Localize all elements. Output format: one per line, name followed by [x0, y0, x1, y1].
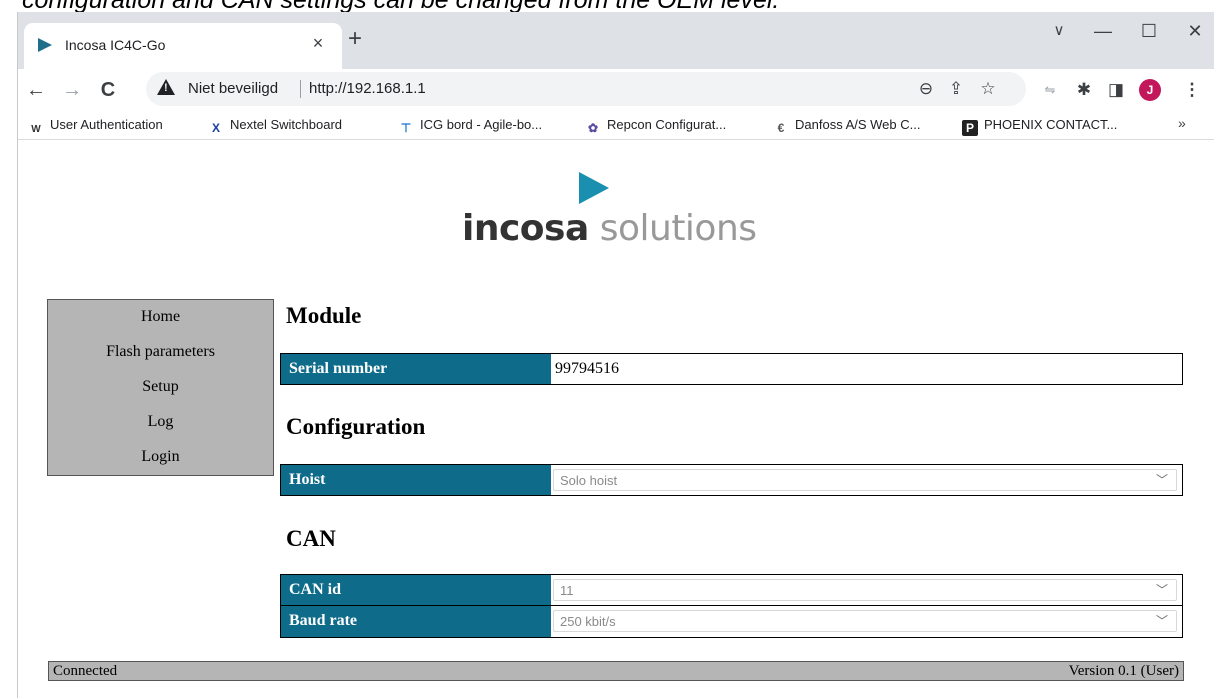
browser-toolbar: ← → C Niet beveiligd http://192.168.1.1 … — [18, 69, 1214, 110]
chevron-down-icon: ﹀ — [1155, 614, 1168, 628]
baud-rate-select[interactable]: 250 kbit/s ﹀ — [553, 610, 1177, 632]
bookmarks-overflow-icon[interactable]: » — [1178, 115, 1186, 131]
logo-triangle-icon — [579, 172, 609, 204]
not-secure-label[interactable]: Niet beveiligd — [188, 80, 278, 97]
serial-number-row: Serial number 99794516 — [280, 353, 1183, 385]
omnibox-divider — [300, 80, 301, 98]
page-content: incosa solutions Home Flash parameters S… — [18, 141, 1214, 698]
bookmark-w-icon: W — [31, 124, 41, 135]
star-icon[interactable]: ☆ — [976, 77, 1000, 101]
share-icon[interactable]: ⇪ — [944, 77, 968, 101]
bookmark-repcon-icon: ✿ — [587, 121, 599, 135]
bookmark-phoenix-icon: P — [962, 120, 978, 136]
can-id-select[interactable]: 11 ﹀ — [553, 579, 1177, 601]
bookmark-icg-bord[interactable]: ⊤ ICG bord - Agile-bo... — [398, 115, 542, 135]
url-text[interactable]: http://192.168.1.1 — [309, 80, 426, 97]
tab-search-icon[interactable]: ∨ — [1039, 16, 1079, 46]
menu-item-setup[interactable]: Setup — [48, 378, 273, 413]
hoist-select[interactable]: Solo hoist ﹀ — [553, 469, 1177, 491]
configuration-heading: Configuration — [286, 414, 426, 439]
tab-title: Incosa IC4C-Go — [65, 37, 166, 53]
puzzle-icon[interactable]: ✱ — [1070, 76, 1098, 104]
can-id-label: CAN id — [281, 575, 551, 605]
serial-number-value: 99794516 — [555, 360, 619, 377]
bookmark-danfoss[interactable]: € Danfoss A/S Web C... — [773, 115, 921, 135]
can-id-row: CAN id 11 ﹀ — [280, 574, 1183, 606]
warning-icon[interactable] — [157, 79, 175, 95]
chevron-down-icon: ﹀ — [1155, 583, 1168, 597]
baud-rate-row: Baud rate 250 kbit/s ﹀ — [280, 606, 1183, 638]
new-tab-button[interactable]: + — [342, 26, 368, 52]
kebab-menu-icon[interactable]: ⋮ — [1178, 76, 1206, 104]
menu-item-login[interactable]: Login — [48, 448, 273, 483]
bookmark-nextel-switchboard[interactable]: X Nextel Switchboard — [208, 115, 342, 135]
bookmark-repcon[interactable]: ✿ Repcon Configurat... — [585, 115, 726, 135]
side-menu: Home Flash parameters Setup Log Login — [47, 299, 274, 476]
browser-window: Incosa IC4C-Go × + ∨ — ☐ ✕ ← → C Niet be… — [17, 12, 1214, 698]
baud-rate-label: Baud rate — [281, 606, 551, 637]
company-logo: incosa solutions — [462, 208, 757, 249]
can-heading: CAN — [286, 526, 336, 551]
status-bar: Connected Version 0.1 (User) — [48, 661, 1184, 681]
bookmarks-bar: W User Authentication X Nextel Switchboard… — [18, 110, 1214, 140]
connection-status: Connected — [53, 663, 118, 679]
menu-item-flash-parameters[interactable]: Flash parameters — [48, 343, 273, 378]
minimize-button[interactable]: — — [1083, 16, 1123, 46]
hoist-label: Hoist — [281, 465, 551, 495]
menu-item-home[interactable]: Home — [48, 308, 273, 343]
chevron-down-icon: ﹀ — [1155, 473, 1168, 487]
menu-item-log[interactable]: Log — [48, 413, 273, 448]
bookmark-user-authentication[interactable]: W User Authentication — [28, 115, 162, 135]
zoom-icon[interactable]: ⊖ — [914, 77, 938, 101]
hoist-row: Hoist Solo hoist ﹀ — [280, 464, 1183, 496]
tab-strip: Incosa IC4C-Go × + ∨ — ☐ ✕ — [18, 12, 1214, 69]
sidepanel-icon[interactable]: ◨ — [1102, 76, 1130, 104]
bookmark-x-icon: X — [211, 121, 220, 135]
version-label: Version 0.1 (User) — [1068, 663, 1179, 679]
module-heading: Module — [286, 303, 362, 328]
address-bar[interactable]: Niet beveiligd http://192.168.1.1 ⊖ ⇪ ☆ — [146, 72, 1026, 106]
profile-avatar[interactable]: J — [1139, 79, 1161, 101]
bookmark-agile-icon: ⊤ — [400, 121, 412, 135]
bookmark-danfoss-icon: € — [777, 121, 785, 135]
forward-button[interactable]: → — [58, 76, 86, 104]
maximize-button[interactable]: ☐ — [1129, 16, 1169, 46]
extension-icon[interactable]: ⇋ — [1036, 76, 1064, 104]
back-button[interactable]: ← — [22, 76, 50, 104]
tab-incosa[interactable]: Incosa IC4C-Go × — [24, 23, 342, 69]
serial-number-label: Serial number — [281, 354, 551, 384]
play-favicon-icon — [38, 38, 52, 52]
reload-button[interactable]: C — [94, 76, 122, 104]
bookmark-phoenix-contact[interactable]: P PHOENIX CONTACT... — [962, 115, 1117, 136]
tab-close-icon[interactable]: × — [306, 31, 330, 55]
close-window-button[interactable]: ✕ — [1175, 16, 1214, 46]
